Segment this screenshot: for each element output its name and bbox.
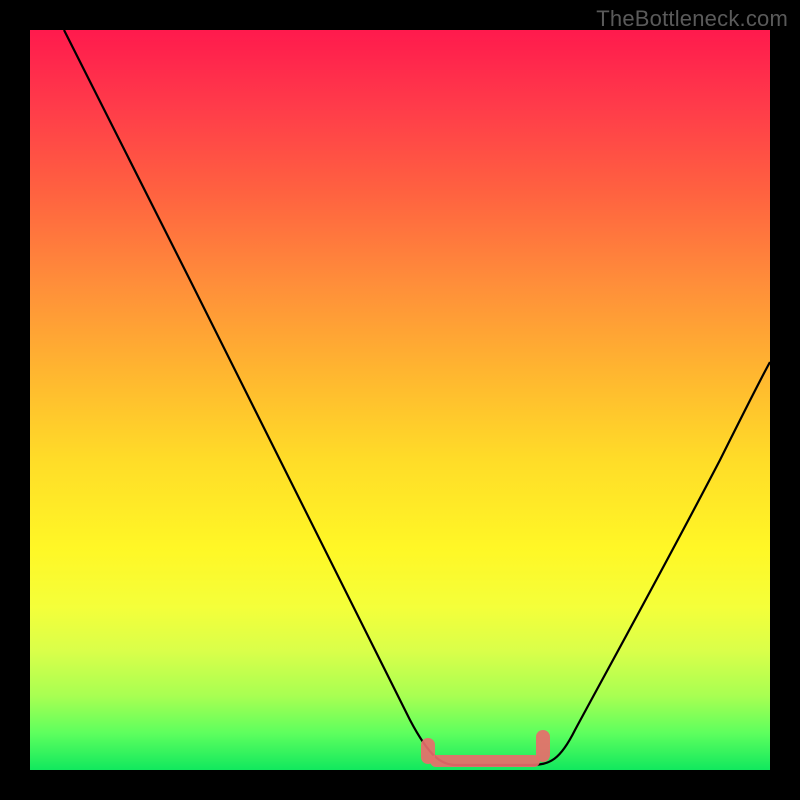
chart-plot-area (30, 30, 770, 770)
accent-left-nub (421, 738, 435, 764)
accent-flat-band (430, 755, 540, 767)
accent-right-nub (536, 730, 550, 762)
curve-path (64, 30, 770, 765)
watermark-text: TheBottleneck.com (596, 6, 788, 32)
bottleneck-curve (30, 30, 770, 770)
